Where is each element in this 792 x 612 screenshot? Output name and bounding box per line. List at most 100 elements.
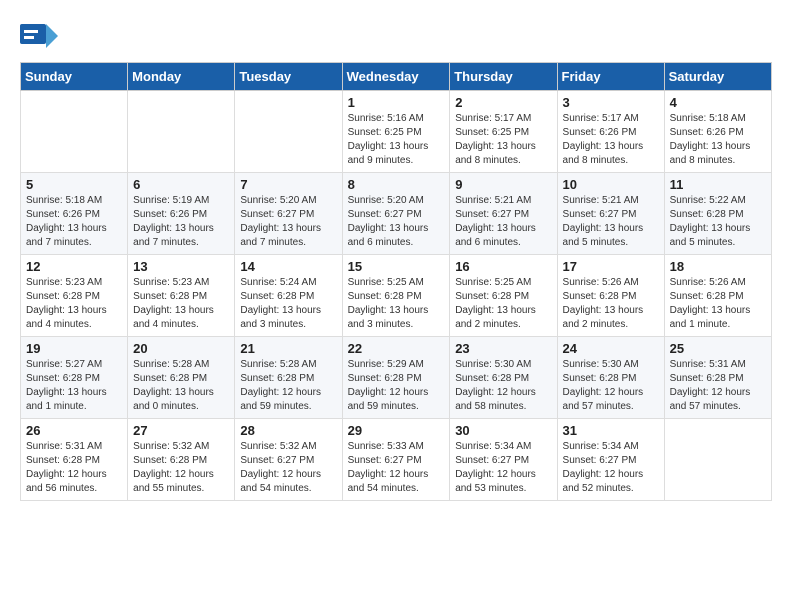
day-number: 16 — [455, 259, 551, 274]
calendar-cell: 7 Sunrise: 5:20 AMSunset: 6:27 PMDaylight… — [235, 173, 342, 255]
calendar-cell: 1 Sunrise: 5:16 AMSunset: 6:25 PMDaylight… — [342, 91, 450, 173]
calendar-cell: 11 Sunrise: 5:22 AMSunset: 6:28 PMDayligh… — [664, 173, 771, 255]
day-info: Sunrise: 5:29 AMSunset: 6:28 PMDaylight:… — [348, 358, 445, 414]
day-number: 25 — [670, 341, 766, 356]
day-info: Sunrise: 5:25 AMSunset: 6:28 PMDaylight:… — [455, 276, 551, 332]
day-info: Sunrise: 5:22 AMSunset: 6:28 PMDaylight:… — [670, 194, 766, 250]
day-number: 17 — [563, 259, 659, 274]
day-number: 27 — [133, 423, 229, 438]
day-number: 9 — [455, 177, 551, 192]
day-info: Sunrise: 5:28 AMSunset: 6:28 PMDaylight:… — [133, 358, 229, 414]
day-number: 10 — [563, 177, 659, 192]
calendar-cell: 30 Sunrise: 5:34 AMSunset: 6:27 PMDayligh… — [450, 419, 557, 501]
day-info: Sunrise: 5:30 AMSunset: 6:28 PMDaylight:… — [563, 358, 659, 414]
day-info: Sunrise: 5:31 AMSunset: 6:28 PMDaylight:… — [670, 358, 766, 414]
calendar-cell: 18Sunrise: 5:26 AMSunset: 6:28 PMDayligh… — [664, 255, 771, 337]
calendar-cell: 25 Sunrise: 5:31 AMSunset: 6:28 PMDayligh… — [664, 337, 771, 419]
calendar-cell: 5 Sunrise: 5:18 AMSunset: 6:26 PMDaylight… — [21, 173, 128, 255]
weekday-header-thursday: Thursday — [450, 63, 557, 91]
calendar-cell: 12Sunrise: 5:23 AMSunset: 6:28 PMDayligh… — [21, 255, 128, 337]
day-number: 30 — [455, 423, 551, 438]
calendar-week-1: 1 Sunrise: 5:16 AMSunset: 6:25 PMDaylight… — [21, 91, 772, 173]
weekday-header-sunday: Sunday — [21, 63, 128, 91]
day-info: Sunrise: 5:34 AMSunset: 6:27 PMDaylight:… — [563, 440, 659, 496]
day-info: Sunrise: 5:26 AMSunset: 6:28 PMDaylight:… — [670, 276, 766, 332]
calendar-cell — [664, 419, 771, 501]
calendar-week-2: 5 Sunrise: 5:18 AMSunset: 6:26 PMDaylight… — [21, 173, 772, 255]
logo-icon — [20, 20, 58, 52]
day-info: Sunrise: 5:34 AMSunset: 6:27 PMDaylight:… — [455, 440, 551, 496]
day-info: Sunrise: 5:25 AMSunset: 6:28 PMDaylight:… — [348, 276, 445, 332]
weekday-header-saturday: Saturday — [664, 63, 771, 91]
day-info: Sunrise: 5:20 AMSunset: 6:27 PMDaylight:… — [348, 194, 445, 250]
day-info: Sunrise: 5:27 AMSunset: 6:28 PMDaylight:… — [26, 358, 122, 414]
day-info: Sunrise: 5:32 AMSunset: 6:28 PMDaylight:… — [133, 440, 229, 496]
day-number: 5 — [26, 177, 122, 192]
calendar-week-4: 19 Sunrise: 5:27 AMSunset: 6:28 PMDayligh… — [21, 337, 772, 419]
day-info: Sunrise: 5:19 AMSunset: 6:26 PMDaylight:… — [133, 194, 229, 250]
day-number: 3 — [563, 95, 659, 110]
day-number: 22 — [348, 341, 445, 356]
weekday-header-friday: Friday — [557, 63, 664, 91]
weekday-header-monday: Monday — [128, 63, 235, 91]
calendar-cell: 3 Sunrise: 5:17 AMSunset: 6:26 PMDaylight… — [557, 91, 664, 173]
calendar-cell: 14Sunrise: 5:24 AMSunset: 6:28 PMDayligh… — [235, 255, 342, 337]
weekday-header-tuesday: Tuesday — [235, 63, 342, 91]
calendar-cell: 15 Sunrise: 5:25 AMSunset: 6:28 PMDayligh… — [342, 255, 450, 337]
calendar-cell: 29Sunrise: 5:33 AMSunset: 6:27 PMDayligh… — [342, 419, 450, 501]
weekday-header-wednesday: Wednesday — [342, 63, 450, 91]
day-info: Sunrise: 5:33 AMSunset: 6:27 PMDaylight:… — [348, 440, 445, 496]
day-info: Sunrise: 5:28 AMSunset: 6:28 PMDaylight:… — [240, 358, 336, 414]
day-info: Sunrise: 5:32 AMSunset: 6:27 PMDaylight:… — [240, 440, 336, 496]
calendar-cell: 23 Sunrise: 5:30 AMSunset: 6:28 PMDayligh… — [450, 337, 557, 419]
day-number: 23 — [455, 341, 551, 356]
day-number: 19 — [26, 341, 122, 356]
day-info: Sunrise: 5:23 AMSunset: 6:28 PMDaylight:… — [133, 276, 229, 332]
day-number: 6 — [133, 177, 229, 192]
day-number: 2 — [455, 95, 551, 110]
day-info: Sunrise: 5:18 AMSunset: 6:26 PMDaylight:… — [670, 112, 766, 168]
calendar-cell: 17 Sunrise: 5:26 AMSunset: 6:28 PMDayligh… — [557, 255, 664, 337]
day-number: 20 — [133, 341, 229, 356]
day-info: Sunrise: 5:21 AMSunset: 6:27 PMDaylight:… — [563, 194, 659, 250]
day-info: Sunrise: 5:30 AMSunset: 6:28 PMDaylight:… — [455, 358, 551, 414]
calendar-cell: 27 Sunrise: 5:32 AMSunset: 6:28 PMDayligh… — [128, 419, 235, 501]
calendar-cell: 19 Sunrise: 5:27 AMSunset: 6:28 PMDayligh… — [21, 337, 128, 419]
day-number: 28 — [240, 423, 336, 438]
day-number: 4 — [670, 95, 766, 110]
calendar-cell: 24 Sunrise: 5:30 AMSunset: 6:28 PMDayligh… — [557, 337, 664, 419]
day-number: 7 — [240, 177, 336, 192]
day-number: 8 — [348, 177, 445, 192]
calendar-cell: 4 Sunrise: 5:18 AMSunset: 6:26 PMDaylight… — [664, 91, 771, 173]
day-number: 1 — [348, 95, 445, 110]
day-info: Sunrise: 5:17 AMSunset: 6:25 PMDaylight:… — [455, 112, 551, 168]
calendar-header-row: SundayMondayTuesdayWednesdayThursdayFrid… — [21, 63, 772, 91]
calendar-cell: 31 Sunrise: 5:34 AMSunset: 6:27 PMDayligh… — [557, 419, 664, 501]
calendar-cell: 28 Sunrise: 5:32 AMSunset: 6:27 PMDayligh… — [235, 419, 342, 501]
day-number: 15 — [348, 259, 445, 274]
calendar-cell: 8 Sunrise: 5:20 AMSunset: 6:27 PMDaylight… — [342, 173, 450, 255]
calendar-cell: 16 Sunrise: 5:25 AMSunset: 6:28 PMDayligh… — [450, 255, 557, 337]
calendar-cell: 6 Sunrise: 5:19 AMSunset: 6:26 PMDaylight… — [128, 173, 235, 255]
day-info: Sunrise: 5:18 AMSunset: 6:26 PMDaylight:… — [26, 194, 122, 250]
day-number: 13 — [133, 259, 229, 274]
day-info: Sunrise: 5:20 AMSunset: 6:27 PMDaylight:… — [240, 194, 336, 250]
day-number: 24 — [563, 341, 659, 356]
calendar-cell: 2 Sunrise: 5:17 AMSunset: 6:25 PMDaylight… — [450, 91, 557, 173]
calendar-cell — [128, 91, 235, 173]
logo — [20, 20, 62, 52]
calendar-cell: 26 Sunrise: 5:31 AMSunset: 6:28 PMDayligh… — [21, 419, 128, 501]
calendar-cell: 22 Sunrise: 5:29 AMSunset: 6:28 PMDayligh… — [342, 337, 450, 419]
day-number: 26 — [26, 423, 122, 438]
day-info: Sunrise: 5:17 AMSunset: 6:26 PMDaylight:… — [563, 112, 659, 168]
day-info: Sunrise: 5:26 AMSunset: 6:28 PMDaylight:… — [563, 276, 659, 332]
calendar-table: SundayMondayTuesdayWednesdayThursdayFrid… — [20, 62, 772, 501]
calendar-week-5: 26 Sunrise: 5:31 AMSunset: 6:28 PMDayligh… — [21, 419, 772, 501]
day-number: 11 — [670, 177, 766, 192]
page-header — [20, 20, 772, 52]
calendar-cell: 13 Sunrise: 5:23 AMSunset: 6:28 PMDayligh… — [128, 255, 235, 337]
day-number: 31 — [563, 423, 659, 438]
day-info: Sunrise: 5:24 AMSunset: 6:28 PMDaylight:… — [240, 276, 336, 332]
day-info: Sunrise: 5:31 AMSunset: 6:28 PMDaylight:… — [26, 440, 122, 496]
day-info: Sunrise: 5:16 AMSunset: 6:25 PMDaylight:… — [348, 112, 445, 168]
